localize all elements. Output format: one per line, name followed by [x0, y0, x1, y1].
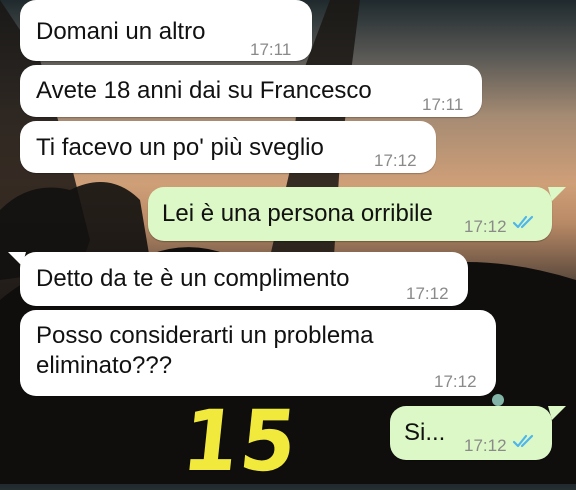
- bubble-tail: [548, 406, 566, 420]
- message-time: 17:11: [250, 40, 292, 59]
- double-check-icon: [512, 434, 534, 448]
- message-bubble-outgoing[interactable]: Si... 17:12: [390, 406, 552, 460]
- message-time: 17:12: [464, 217, 507, 236]
- bubble-tail: [548, 187, 566, 201]
- message-bubble-incoming[interactable]: Domani un altro 17:11: [20, 0, 312, 61]
- message-text: Domani un altro: [36, 18, 206, 45]
- overlay-number: 15: [177, 392, 304, 490]
- message-time: 17:12: [374, 151, 417, 170]
- message-bubble-incoming[interactable]: Ti facevo un po' più sveglio 17:12: [20, 121, 436, 173]
- message-bubble-incoming[interactable]: Posso considerarti un problema eliminato…: [20, 310, 496, 396]
- message-text: Ti facevo un po' più sveglio: [36, 134, 324, 161]
- message-bubble-outgoing[interactable]: Lei è una persona orribile 17:12: [148, 187, 552, 241]
- message-time: 17:12: [464, 436, 507, 455]
- message-time: 17:12: [434, 372, 477, 391]
- message-bubble-incoming[interactable]: Avete 18 anni dai su Francesco 17:11: [20, 65, 482, 117]
- message-text: Avete 18 anni dai su Francesco: [36, 77, 372, 104]
- chat-area[interactable]: Domani un altro 17:11 Avete 18 anni dai …: [0, 0, 576, 490]
- message-time: 17:12: [406, 284, 449, 303]
- message-text: Detto da te è un complimento: [36, 265, 350, 292]
- double-check-icon: [512, 215, 534, 229]
- message-text: Si...: [404, 419, 446, 446]
- message-text: Posso considerarti un problema eliminato…: [36, 322, 374, 379]
- message-text: Lei è una persona orribile: [162, 200, 433, 227]
- message-bubble-incoming[interactable]: Detto da te è un complimento 17:12: [20, 252, 468, 306]
- message-time: 17:11: [422, 95, 464, 114]
